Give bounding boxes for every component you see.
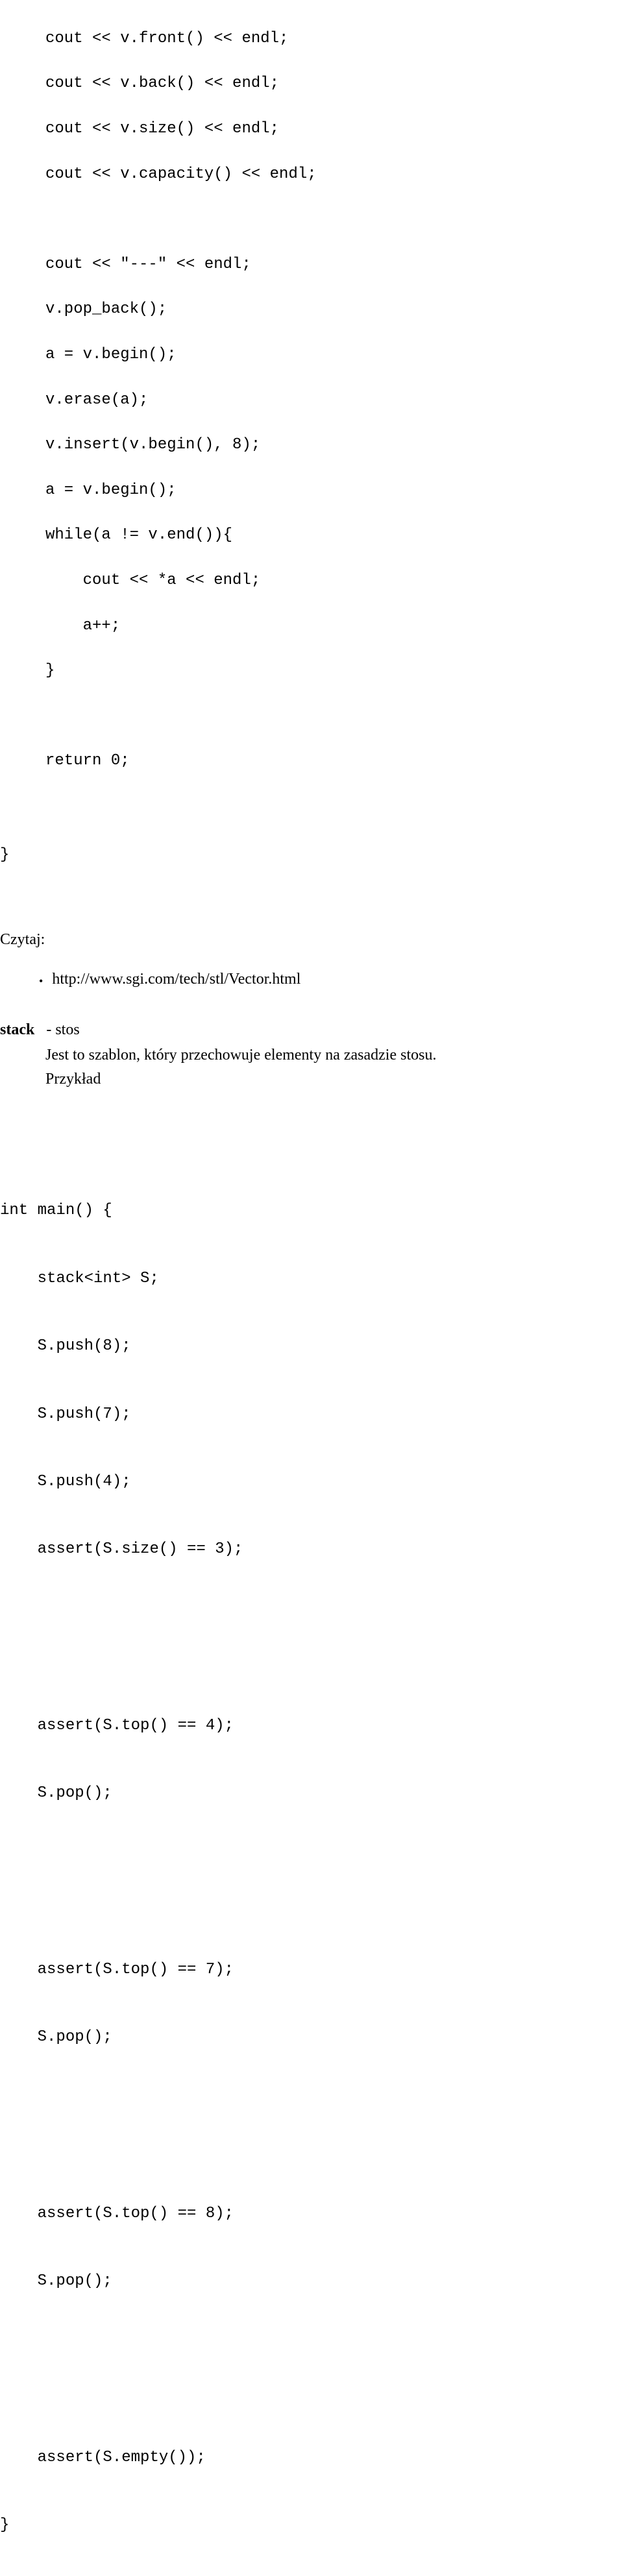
- stack-title-rest: - stos: [34, 1021, 79, 1038]
- bullet-text: http://www.sgi.com/tech/stl/Vector.html: [52, 967, 300, 991]
- code-line: cout << *a << endl;: [45, 570, 565, 592]
- code-line: a = v.begin();: [45, 480, 565, 502]
- bullet-icon: •: [39, 975, 43, 987]
- code-line: a++;: [45, 615, 565, 638]
- code-line: int main() {: [0, 1200, 565, 1222]
- code-line: cout << "---" << endl;: [45, 254, 565, 276]
- code-line: v.insert(v.begin(), 8);: [45, 434, 565, 457]
- code-line: while(a != v.end()){: [45, 524, 565, 547]
- code-line: assert(S.top() == 4);: [0, 1715, 565, 1738]
- stack-section: stack - stos Jest to szablon, który prze…: [0, 1018, 565, 1092]
- code-line: S.pop();: [0, 1782, 565, 1805]
- code-line: S.push(8);: [0, 1335, 565, 1358]
- code-line: cout << v.front() << endl;: [45, 28, 565, 51]
- code-line: cout << v.size() << endl;: [45, 118, 565, 141]
- code-line: v.pop_back();: [45, 298, 565, 321]
- bullet-item: • http://www.sgi.com/tech/stl/Vector.htm…: [39, 967, 565, 991]
- code-line: return 0;: [45, 750, 565, 773]
- code-group: int main() { stack<int> S; S.push(8); S.…: [0, 1155, 565, 1607]
- code-closing-brace: }: [0, 821, 565, 889]
- code-line: v.erase(a);: [45, 389, 565, 412]
- stack-line: Jest to szablon, który przechowuje eleme…: [45, 1043, 565, 1067]
- code-line: }: [45, 660, 565, 683]
- code-block-stack-example: int main() { stack<int> S; S.push(8); S.…: [0, 1110, 565, 2576]
- code-line: assert(S.empty());: [0, 2447, 565, 2470]
- stack-line: Przykład: [45, 1067, 565, 1091]
- code-line: assert(S.top() == 7);: [0, 1959, 565, 1982]
- code-line: S.push(7);: [0, 1403, 565, 1426]
- code-line: stack<int> S;: [0, 1268, 565, 1291]
- code-blank: [45, 208, 565, 231]
- bullet-list: • http://www.sgi.com/tech/stl/Vector.htm…: [39, 967, 565, 991]
- code-line: }: [0, 844, 565, 867]
- stack-title-bold: stack: [0, 1021, 34, 1038]
- code-line: S.push(4);: [0, 1471, 565, 1494]
- stack-description: Jest to szablon, który przechowuje eleme…: [45, 1043, 565, 1091]
- code-group: assert(S.empty()); }: [0, 2401, 565, 2576]
- code-line: assert(S.size() == 3);: [0, 1538, 565, 1561]
- code-block-vector-methods: cout << v.front() << endl; cout << v.bac…: [45, 5, 565, 796]
- code-group: assert(S.top() == 4); S.pop();: [0, 1670, 565, 1850]
- code-line: S.pop();: [0, 2026, 565, 2049]
- code-line: cout << v.back() << endl;: [45, 73, 565, 95]
- heading-czytaj: Czytaj:: [0, 928, 565, 952]
- code-group: assert(S.top() == 8); S.pop();: [0, 2157, 565, 2338]
- code-line: assert(S.top() == 8);: [0, 2203, 565, 2226]
- code-blank: [45, 705, 565, 728]
- code-group: assert(S.top() == 7); S.pop();: [0, 1914, 565, 2094]
- code-line: cout << v.capacity() << endl;: [45, 164, 565, 186]
- code-line: }: [0, 2514, 565, 2537]
- stack-title: stack - stos: [0, 1018, 565, 1042]
- code-line: a = v.begin();: [45, 344, 565, 367]
- code-line: S.pop();: [0, 2270, 565, 2293]
